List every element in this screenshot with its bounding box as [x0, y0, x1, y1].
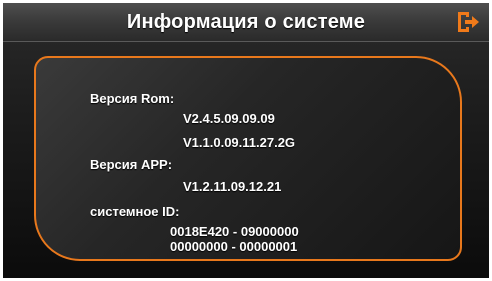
exit-icon	[458, 12, 479, 32]
app-version-value: V1.2.11.09.12.21	[183, 179, 282, 194]
exit-button[interactable]	[455, 10, 481, 34]
system-id-value: 0018E420 - 09000000	[170, 224, 299, 239]
rom-version-value: V1.1.0.09.11.27.2G	[183, 135, 296, 150]
page-title: Информация о системе	[126, 11, 366, 33]
rom-version-value: V2.4.5.09.09.09	[183, 111, 275, 126]
rom-version-label: Версия Rom:	[90, 91, 175, 106]
screen: Информация о системе Версия Rom: V2.4.5.…	[3, 3, 489, 278]
title-bar: Информация о системе	[3, 3, 489, 42]
system-id-label: системное ID:	[90, 204, 180, 219]
app-version-label: Версия APP:	[90, 157, 173, 172]
system-info-panel: Версия Rom: V2.4.5.09.09.09 V1.1.0.09.11…	[34, 56, 462, 261]
system-id-value: 00000000 - 00000001	[170, 239, 298, 254]
